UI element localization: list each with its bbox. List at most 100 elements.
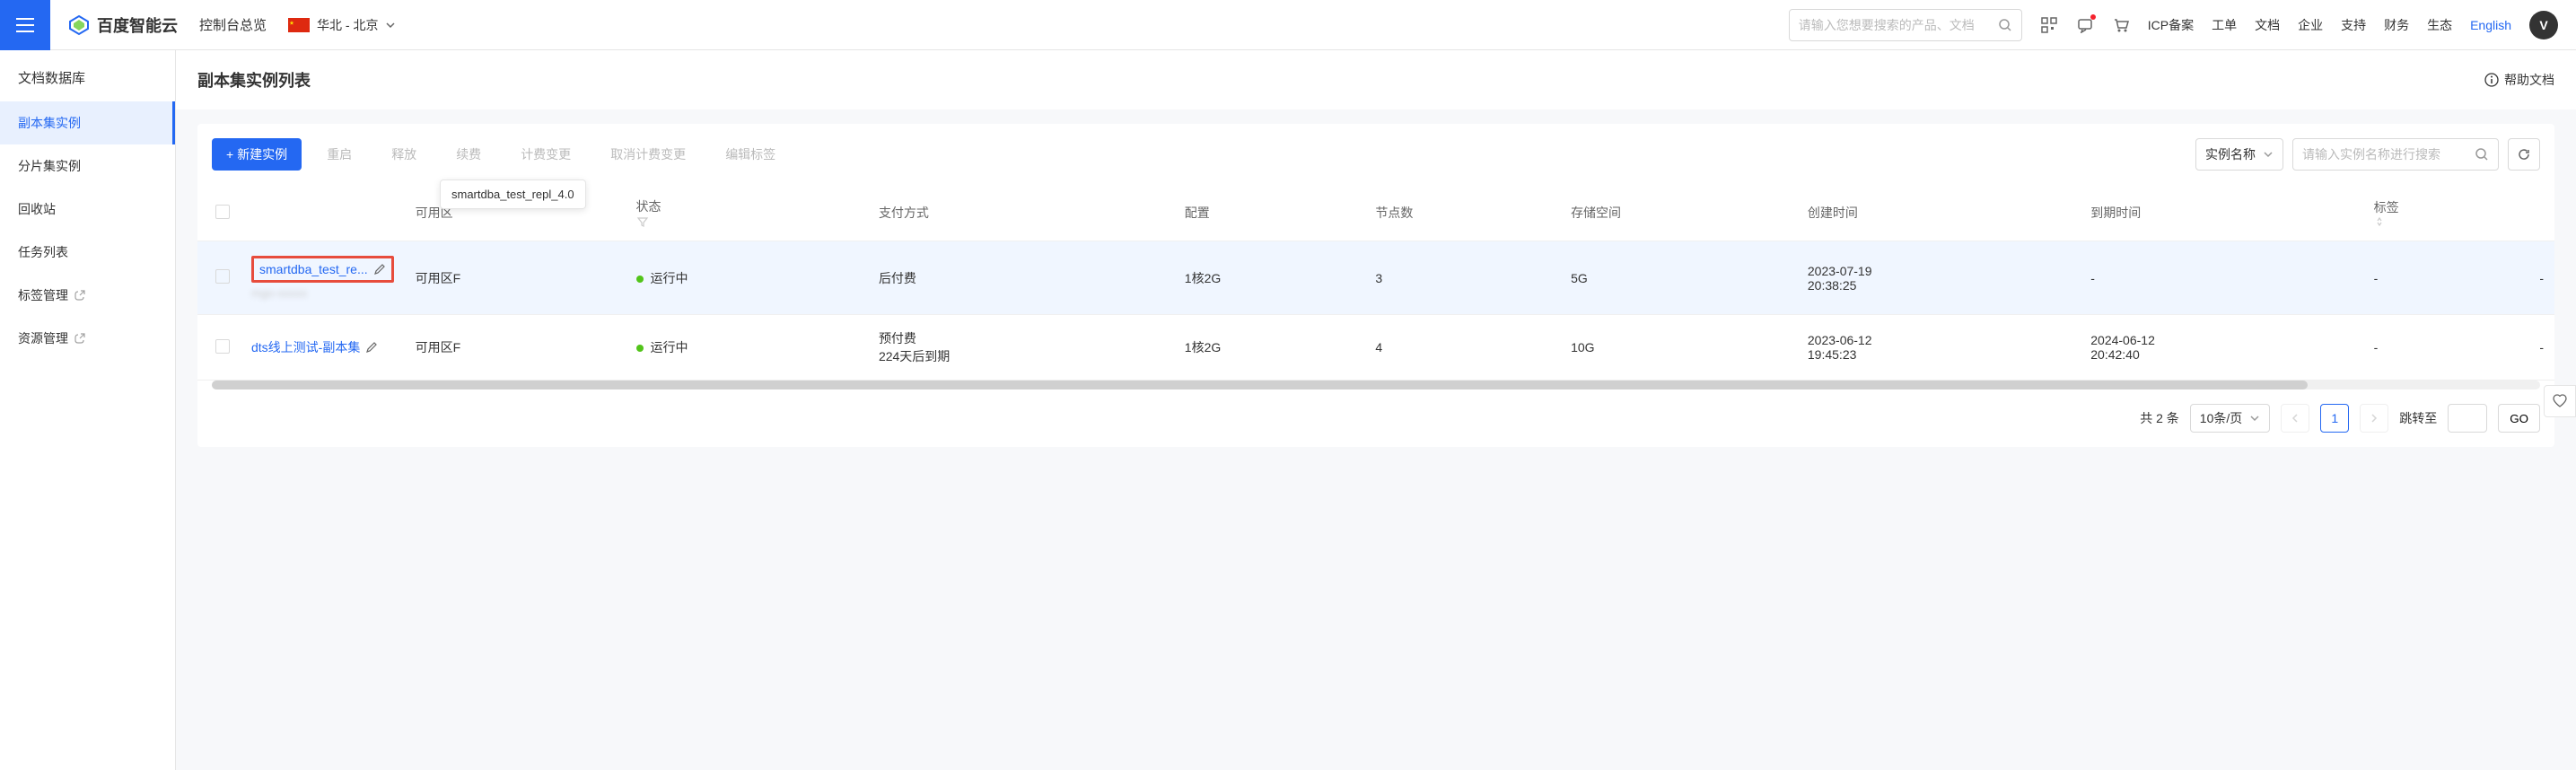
main-content: 副本集实例列表 帮助文档 +新建实例 重启 释放 续费 计费变更 取消计费变更 … <box>176 50 2576 770</box>
col-nodes[interactable]: 节点数 <box>1364 185 1560 241</box>
cell-status: 运行中 <box>626 315 868 381</box>
logo-text: 百度智能云 <box>97 13 178 37</box>
cell-expires: 2024-06-1220:42:40 <box>2080 315 2362 381</box>
instance-name-link[interactable]: smartdba_test_re... <box>251 256 394 283</box>
console-title[interactable]: 控制台总览 <box>199 15 267 34</box>
feedback-float-button[interactable] <box>2544 385 2576 417</box>
per-page-label: 10条/页 <box>2200 409 2242 427</box>
cell-storage: 10G <box>1560 315 1797 381</box>
renew-button[interactable]: 续费 <box>442 138 495 171</box>
nav-enterprise[interactable]: 企业 <box>2298 16 2323 34</box>
horizontal-scrollbar[interactable] <box>212 381 2540 389</box>
filter-input[interactable] <box>2302 147 2475 162</box>
cell-tags: - <box>2363 241 2529 315</box>
jump-page-input[interactable] <box>2448 404 2487 433</box>
change-billing-button[interactable]: 计费变更 <box>506 138 585 171</box>
sidebar-item-recycle[interactable]: 回收站 <box>0 188 175 231</box>
nav-ticket[interactable]: 工单 <box>2212 16 2237 34</box>
heart-icon <box>2552 393 2568 409</box>
row-checkbox[interactable] <box>215 339 230 354</box>
nav-ecosystem[interactable]: 生态 <box>2427 16 2452 34</box>
edit-icon[interactable] <box>373 263 386 276</box>
status-dot-icon <box>636 345 644 352</box>
filter-input-wrap <box>2292 138 2499 171</box>
select-value: 实例名称 <box>2205 145 2256 163</box>
sidebar-item-replica[interactable]: 副本集实例 <box>0 101 175 144</box>
name-tooltip: smartdba_test_repl_4.0 <box>440 179 586 209</box>
qrcode-icon[interactable] <box>2040 16 2058 34</box>
cell-expires: - <box>2080 241 2362 315</box>
search-box[interactable] <box>1789 9 2022 41</box>
cell-nodes: 4 <box>1364 315 1560 381</box>
menu-toggle-button[interactable] <box>0 0 50 50</box>
sidebar-item-tasks[interactable]: 任务列表 <box>0 231 175 274</box>
cancel-billing-button[interactable]: 取消计费变更 <box>596 138 700 171</box>
nav-english[interactable]: English <box>2470 18 2511 32</box>
instance-table: 可用区 状态 支付方式 配置 节点数 存储空间 创建时间 到期时间 标签 <box>197 185 2554 381</box>
col-status[interactable]: 状态 <box>626 185 868 241</box>
info-icon <box>2484 73 2499 87</box>
select-all-checkbox[interactable] <box>215 205 230 219</box>
row-checkbox[interactable] <box>215 269 230 284</box>
search-icon[interactable] <box>2475 147 2489 162</box>
page-number-button[interactable]: 1 <box>2320 404 2349 433</box>
user-avatar[interactable]: V <box>2529 11 2558 39</box>
sidebar-item-resources[interactable]: 资源管理 <box>0 317 175 360</box>
col-created[interactable]: 创建时间 <box>1797 185 2080 241</box>
edit-icon[interactable] <box>365 341 378 354</box>
sidebar-item-label: 任务列表 <box>18 243 68 261</box>
col-storage[interactable]: 存储空间 <box>1560 185 1797 241</box>
col-config[interactable]: 配置 <box>1174 185 1365 241</box>
cart-icon[interactable] <box>2112 16 2130 34</box>
refresh-button[interactable] <box>2508 138 2540 171</box>
restart-button[interactable]: 重启 <box>312 138 366 171</box>
scrollbar-thumb[interactable] <box>212 381 2308 389</box>
cell-nodes: 3 <box>1364 241 1560 315</box>
cell-tags: - <box>2363 315 2529 381</box>
table-row: dts线上测试-副本集 可用区F 运行中 预付费224天后到期 1核2G 4 1… <box>197 315 2554 381</box>
search-icon[interactable] <box>1998 18 2012 32</box>
cell-status: 运行中 <box>626 241 868 315</box>
pagination: 共 2 条 10条/页 1 跳转至 GO <box>197 389 2554 447</box>
region-selector[interactable]: 华北 - 北京 <box>288 16 396 34</box>
sort-icon[interactable] <box>2374 216 2519 227</box>
sidebar-item-label: 副本集实例 <box>18 114 81 132</box>
search-input[interactable] <box>1799 18 1998 32</box>
external-link-icon <box>74 332 86 345</box>
sidebar-item-tags[interactable]: 标签管理 <box>0 274 175 317</box>
sidebar-item-label: 标签管理 <box>18 286 68 304</box>
col-payment[interactable]: 支付方式 <box>868 185 1174 241</box>
release-button[interactable]: 释放 <box>377 138 431 171</box>
button-label: 新建实例 <box>237 145 287 163</box>
col-expires[interactable]: 到期时间 <box>2080 185 2362 241</box>
brand-logo[interactable]: 百度智能云 <box>68 13 178 37</box>
next-page-button[interactable] <box>2360 404 2388 433</box>
sidebar-item-shard[interactable]: 分片集实例 <box>0 144 175 188</box>
filter-type-select[interactable]: 实例名称 <box>2195 138 2283 171</box>
sidebar-item-label: 分片集实例 <box>18 157 81 175</box>
edit-tags-button[interactable]: 编辑标签 <box>711 138 790 171</box>
per-page-select[interactable]: 10条/页 <box>2190 404 2270 433</box>
cell-created: 2023-07-1920:38:25 <box>1797 241 2080 315</box>
create-instance-button[interactable]: +新建实例 <box>212 138 302 171</box>
nav-support[interactable]: 支持 <box>2341 16 2366 34</box>
global-search <box>1789 9 2022 41</box>
header-icon-group <box>2040 16 2130 34</box>
help-docs-link[interactable]: 帮助文档 <box>2484 71 2554 89</box>
chevron-down-icon <box>385 20 396 31</box>
nav-docs[interactable]: 文档 <box>2255 16 2280 34</box>
nav-icp[interactable]: ICP备案 <box>2148 16 2194 34</box>
col-tags[interactable]: 标签 <box>2363 185 2529 241</box>
instance-name-link[interactable]: dts线上测试-副本集 <box>251 338 394 356</box>
cell-zone: 可用区F <box>405 315 626 381</box>
region-label: 华北 - 北京 <box>317 16 378 34</box>
jump-label: 跳转至 <box>2399 409 2437 427</box>
message-icon[interactable] <box>2076 16 2094 34</box>
table-row: smartdba_test_re...mgo-xxxxx 可用区F 运行中 后付… <box>197 241 2554 315</box>
go-button[interactable]: GO <box>2498 404 2540 433</box>
prev-page-button[interactable] <box>2281 404 2309 433</box>
nav-finance[interactable]: 财务 <box>2384 16 2409 34</box>
filter-icon[interactable] <box>636 215 857 228</box>
sidebar-item-label: 回收站 <box>18 200 56 218</box>
cell-actions: - <box>2528 241 2554 315</box>
